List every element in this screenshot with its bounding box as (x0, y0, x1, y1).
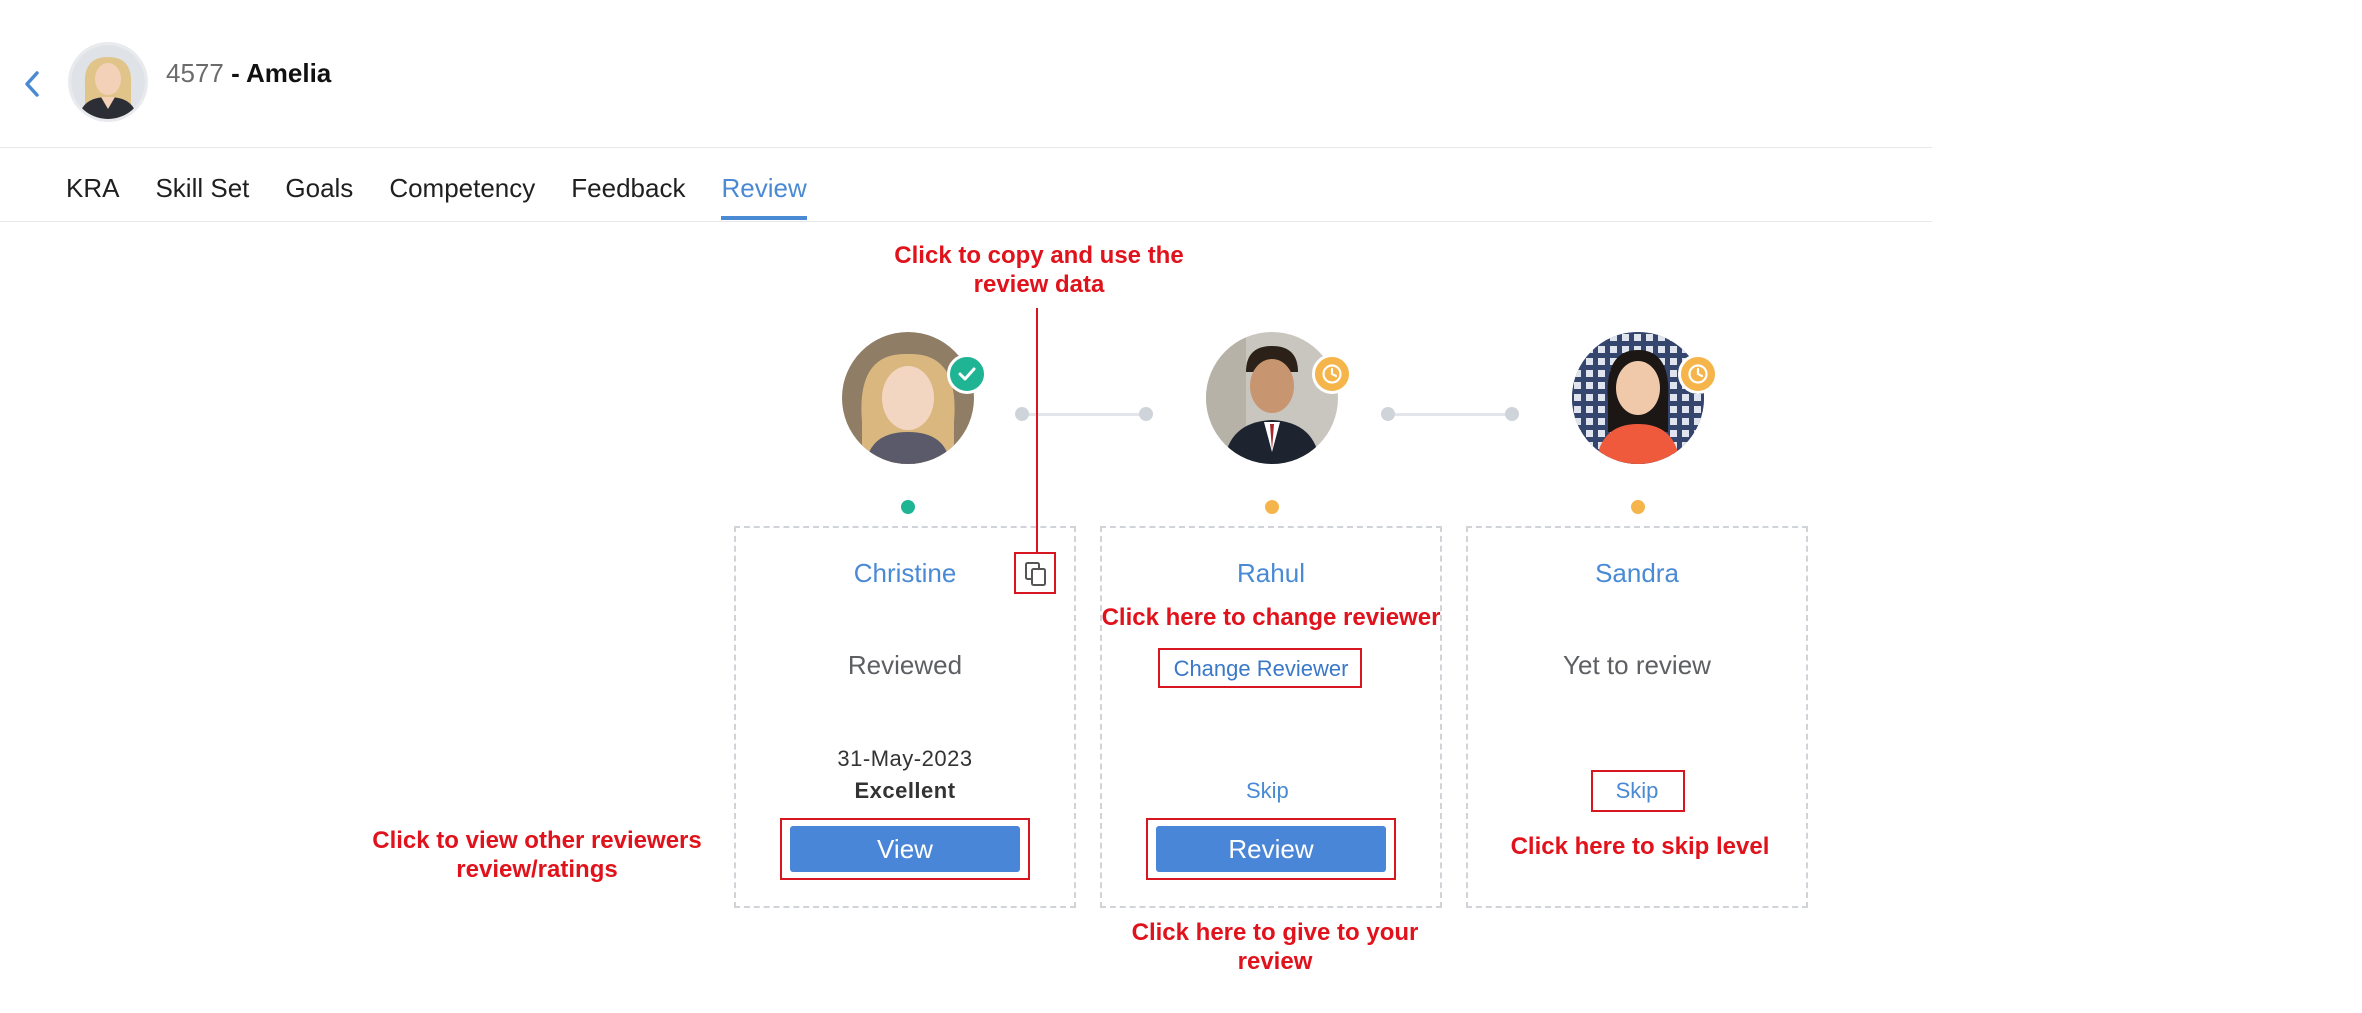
annotation-pointer-line (1036, 308, 1038, 552)
review-rating: Excellent (854, 778, 956, 803)
employee-name: - Amelia (223, 58, 332, 88)
timeline-node-pending (1631, 500, 1645, 514)
employee-id: 4577 (166, 58, 224, 88)
timeline-connector (1388, 413, 1512, 416)
clock-icon (1688, 364, 1708, 384)
tab-competency[interactable]: Competency (389, 164, 535, 212)
annotation-highlight-change (1158, 648, 1362, 688)
tab-kra[interactable]: KRA (66, 164, 119, 212)
reviewer-name[interactable]: Rahul (1102, 558, 1440, 589)
review-status: Reviewed (847, 650, 963, 680)
connector-dot (1015, 407, 1029, 421)
annotation-highlight-skip (1591, 770, 1685, 812)
employee-title: 4577 - Amelia (166, 56, 331, 90)
tab-feedback[interactable]: Feedback (571, 164, 685, 212)
annotation-highlight-review (1146, 818, 1396, 880)
clock-icon (1322, 364, 1342, 384)
review-status: Yet to review (1563, 650, 1711, 680)
chevron-left-icon (25, 71, 39, 97)
skip-link[interactable]: Skip (1246, 778, 1289, 804)
pending-status-badge (1312, 354, 1352, 394)
tab-bar: KRA Skill Set Goals Competency Feedback … (66, 164, 807, 220)
tabs-divider (0, 221, 1932, 222)
reviewer-avatar-sandra (1572, 332, 1704, 464)
tab-skill-set[interactable]: Skill Set (155, 164, 249, 212)
annotation-skip: Click here to skip level (1510, 833, 1770, 860)
connector-dot (1139, 407, 1153, 421)
reviewed-status-badge (947, 354, 987, 394)
annotation-copy: Click to copy and use the review data (894, 242, 1184, 298)
employee-avatar (68, 42, 148, 122)
timeline-node-pending (1265, 500, 1279, 514)
annotation-review: Click here to give to your review (1131, 919, 1419, 975)
review-date: 31-May-2023 (837, 746, 973, 771)
timeline-node-done (901, 500, 915, 514)
connector-dot (1381, 407, 1395, 421)
connector-dot (1505, 407, 1519, 421)
annotation-view: Click to view other reviewers review/rat… (372, 827, 702, 883)
back-button[interactable] (14, 66, 50, 102)
reviewer-avatar-christine (842, 332, 974, 464)
tab-review[interactable]: Review (721, 164, 807, 220)
annotation-change-reviewer: Click here to change reviewer (1101, 604, 1441, 631)
annotation-highlight-copy (1014, 552, 1056, 594)
tab-goals[interactable]: Goals (285, 164, 353, 212)
reviewer-name[interactable]: Sandra (1468, 558, 1806, 589)
reviewer-avatar-rahul (1206, 332, 1338, 464)
check-icon (958, 367, 976, 381)
pending-status-badge (1678, 354, 1718, 394)
timeline-connector (1022, 413, 1146, 416)
header-divider (0, 147, 1932, 148)
annotation-highlight-view (780, 818, 1030, 880)
